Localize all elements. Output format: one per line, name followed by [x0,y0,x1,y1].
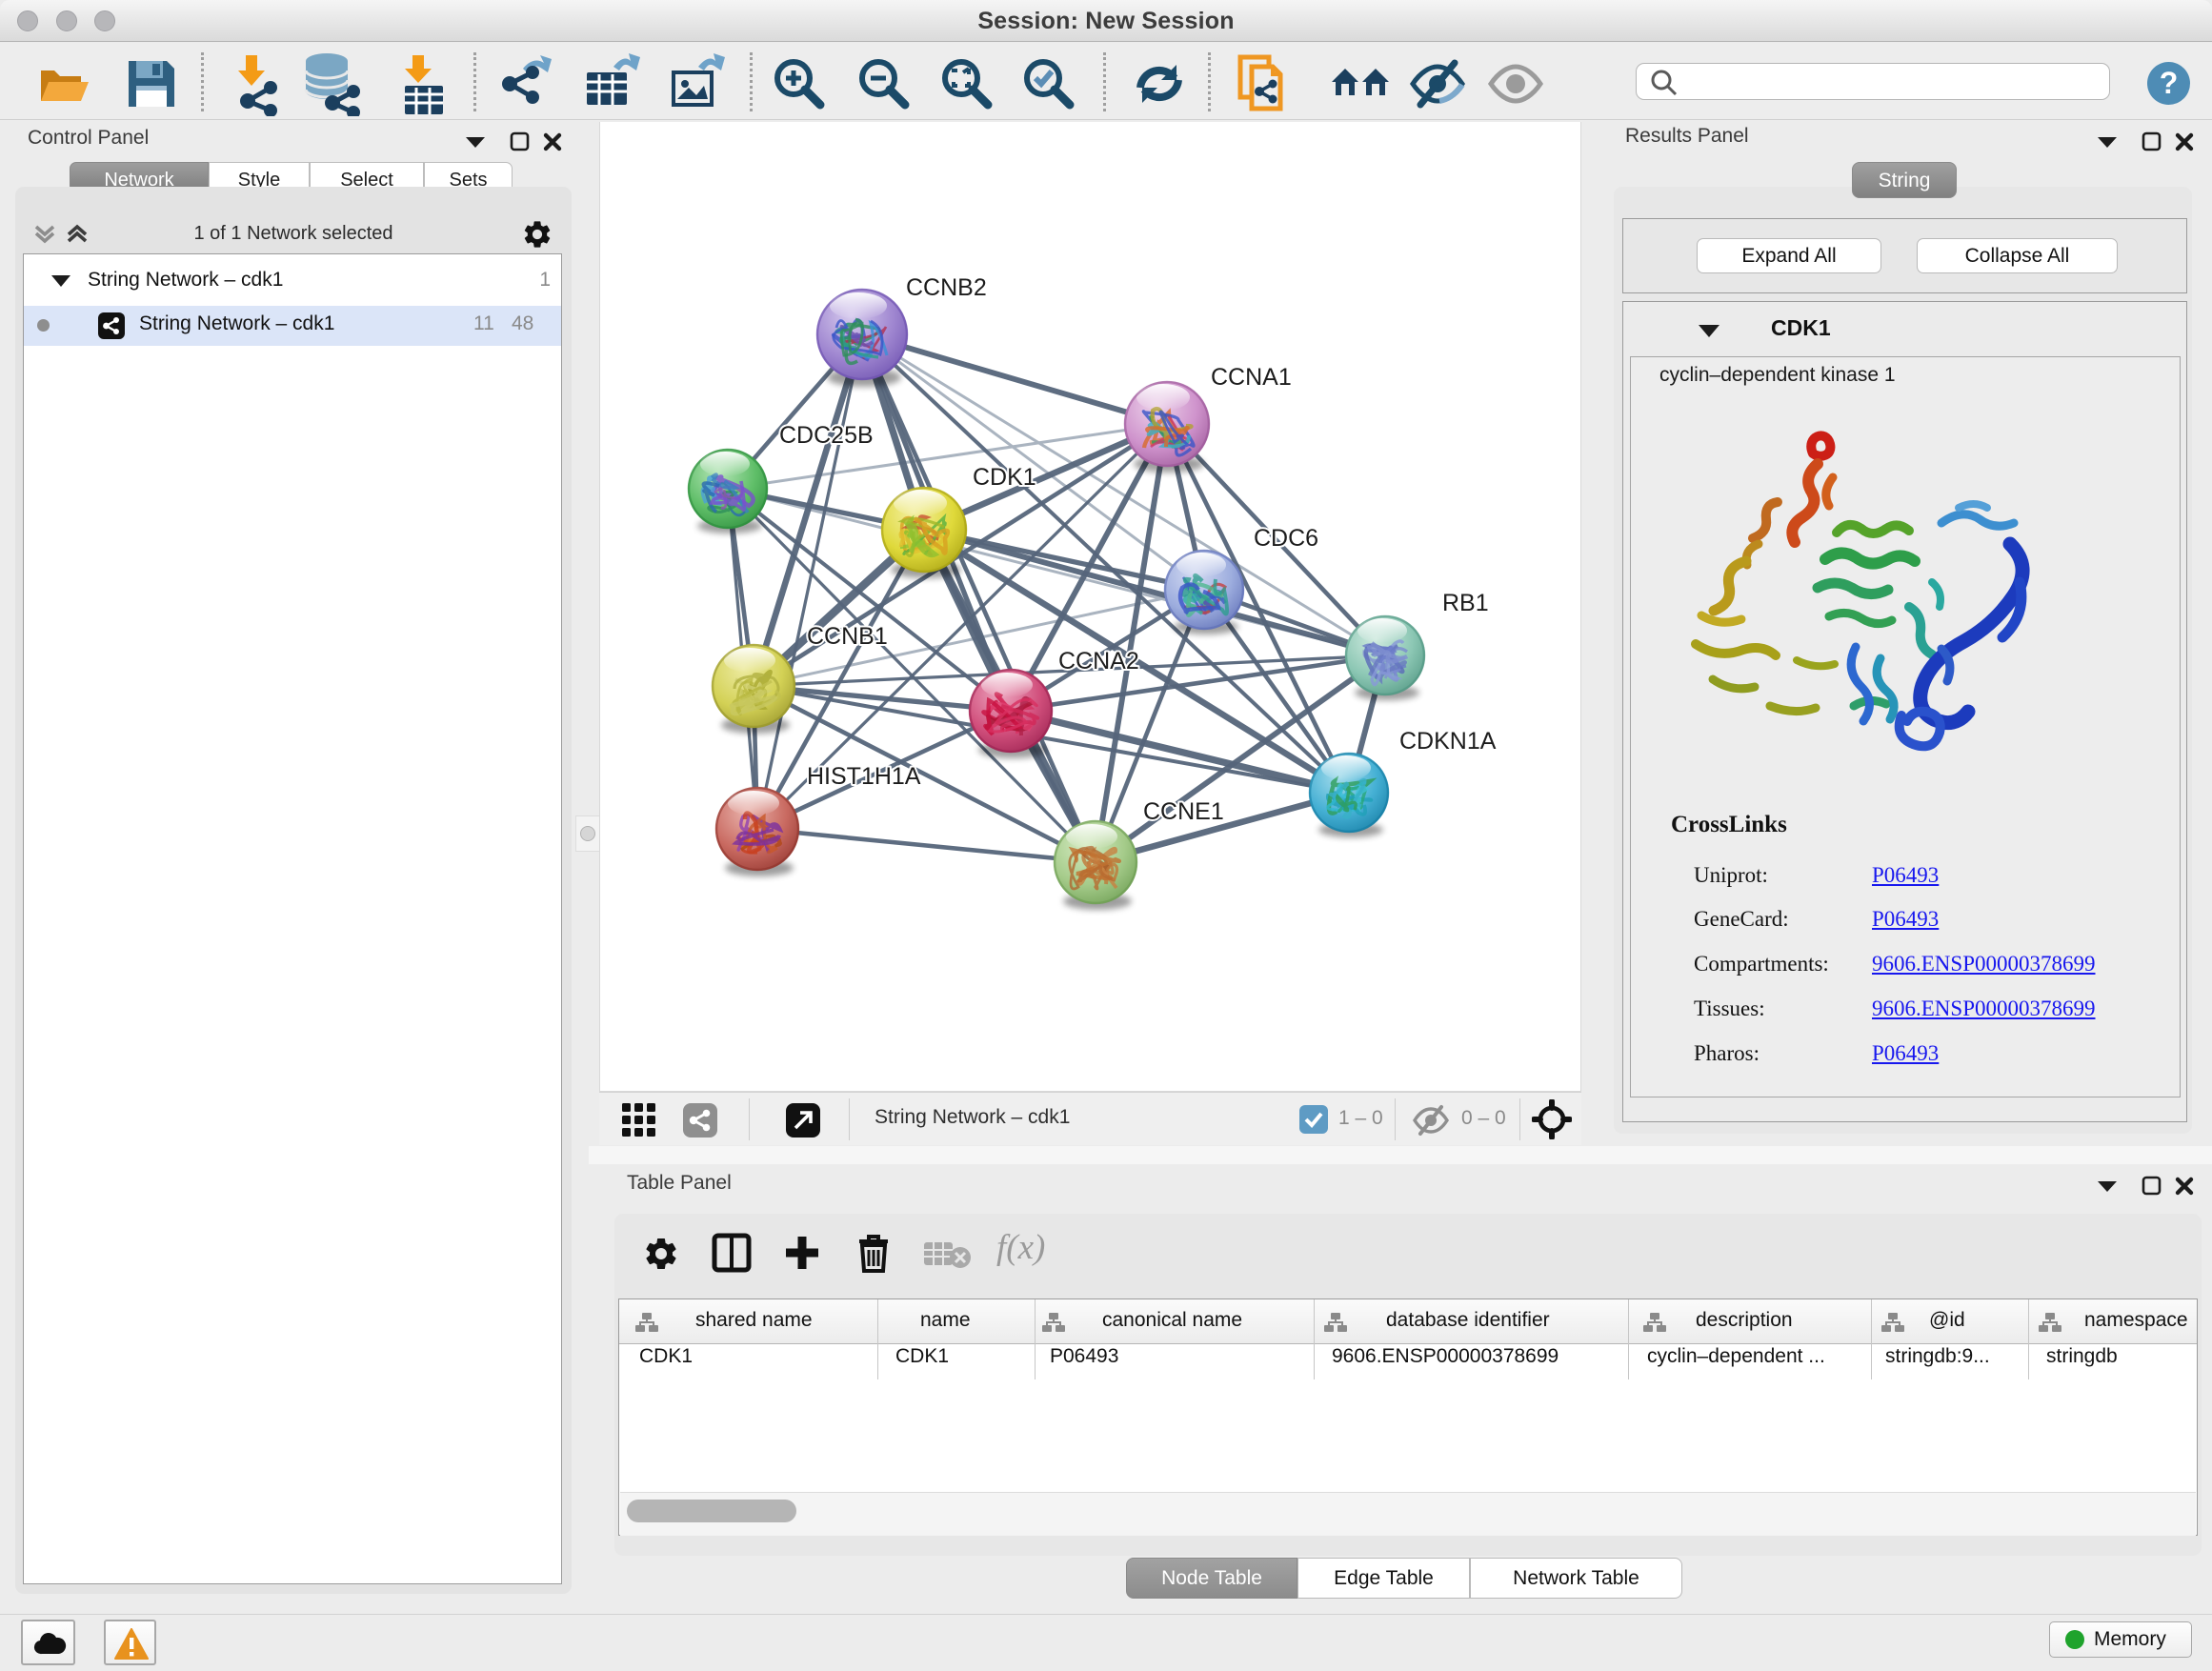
svg-text:CCNA2: CCNA2 [1058,648,1139,674]
svg-text:CCNB2: CCNB2 [906,274,987,301]
svg-text:CCNB1: CCNB1 [807,623,888,650]
svg-text:HIST1H1A: HIST1H1A [807,763,921,790]
svg-text:CCNE1: CCNE1 [1143,798,1224,825]
svg-text:CDC25B: CDC25B [779,422,874,449]
svg-text:CCNA1: CCNA1 [1211,364,1292,391]
svg-text:CDKN1A: CDKN1A [1399,728,1497,755]
svg-text:RB1: RB1 [1442,590,1489,616]
svg-text:CDK1: CDK1 [973,464,1036,491]
svg-text:CDC6: CDC6 [1254,525,1318,552]
